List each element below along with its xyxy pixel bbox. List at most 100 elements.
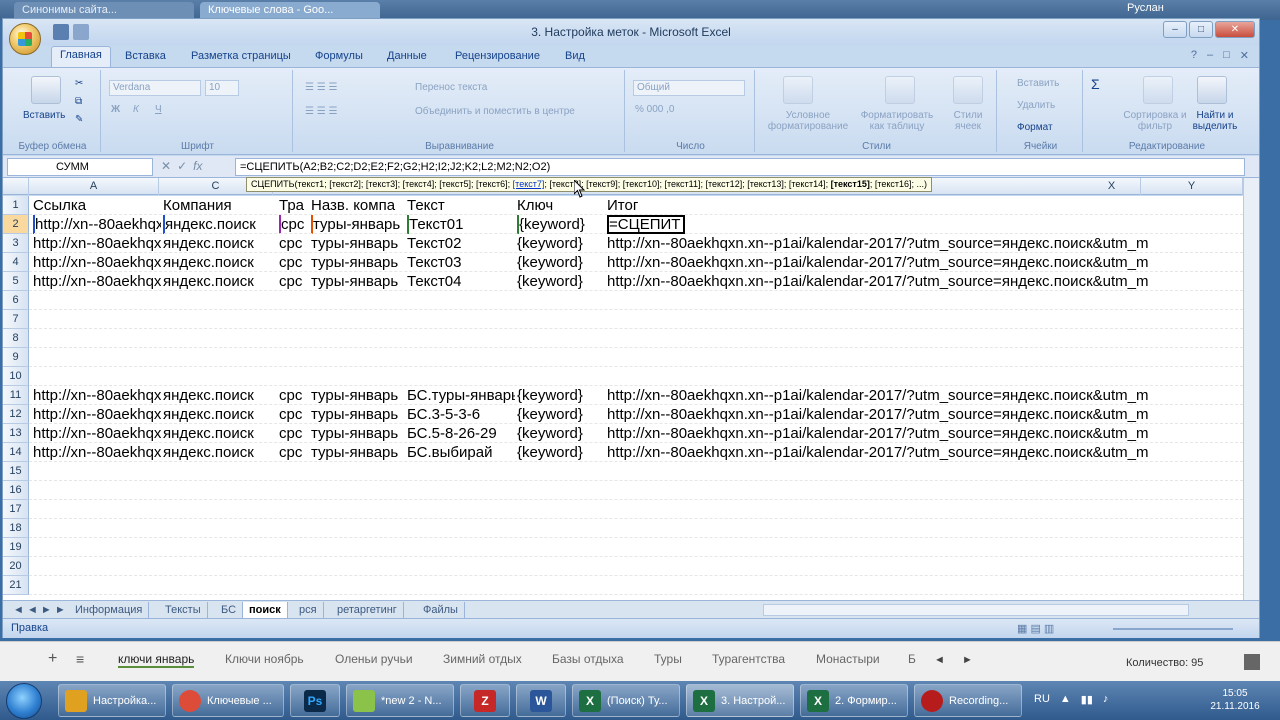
sheet-nav-icon[interactable]: ◄ ◄ ► ► bbox=[7, 602, 72, 618]
clock[interactable]: 15:05 21.11.2016 bbox=[1200, 687, 1270, 713]
cell-text[interactable]: БС.выбирай bbox=[407, 443, 515, 462]
cell-key[interactable]: {keyword} bbox=[517, 234, 605, 253]
conditional-format-button[interactable]: Условное форматирование bbox=[761, 110, 855, 132]
wrap-text-button[interactable]: Перенос текста bbox=[415, 82, 487, 93]
row-header[interactable]: 9 bbox=[3, 348, 29, 367]
help-icon[interactable]: ? bbox=[1191, 49, 1197, 62]
row-header[interactable]: 17 bbox=[3, 500, 29, 519]
row-header[interactable]: 13 bbox=[3, 424, 29, 443]
cell-campaign[interactable]: туры-январь bbox=[311, 215, 405, 234]
sort-filter-button[interactable]: Сортировка и фильтр bbox=[1115, 110, 1195, 132]
outer-tab-active[interactable]: ключи январь bbox=[118, 652, 195, 668]
cell-text[interactable]: БС.туры-январь bbox=[407, 386, 515, 405]
outer-tab[interactable]: Базы отдыха bbox=[552, 652, 624, 666]
cell-campaign[interactable]: туры-январь bbox=[311, 253, 405, 272]
cell-traffic[interactable]: срс bbox=[279, 443, 309, 462]
font-name-select[interactable]: Verdana bbox=[109, 80, 201, 96]
cell-link[interactable]: http://xn--80aekhqxn.xn--p1ai/kalendar-2… bbox=[33, 253, 161, 272]
sheet-tab[interactable]: БС bbox=[215, 602, 244, 618]
format-painter-icon[interactable]: ✎ bbox=[75, 114, 83, 125]
close-button[interactable]: ✕ bbox=[1215, 21, 1255, 38]
align-top-icon[interactable]: ☰ ☰ ☰ bbox=[305, 82, 337, 93]
insert-function-icon[interactable]: fx bbox=[193, 159, 202, 173]
cell-traffic[interactable]: срс bbox=[279, 405, 309, 424]
scroll-left-icon[interactable]: ◄ bbox=[934, 654, 945, 666]
restore-doc-icon[interactable]: □ bbox=[1223, 49, 1230, 62]
find-select-button[interactable]: Найти и выделить bbox=[1185, 110, 1245, 132]
cell-text[interactable]: БС.5-8-26-29 bbox=[407, 424, 515, 443]
tooltip-current-arg[interactable]: [текст7] bbox=[513, 179, 545, 189]
cell-text[interactable]: Текст04 bbox=[407, 272, 515, 291]
cell-company[interactable]: яндекс.поиск bbox=[163, 215, 277, 234]
cell-result[interactable]: http://xn--80aekhqxn.xn--p1ai/kalendar-2… bbox=[607, 424, 1241, 443]
cell-text[interactable]: Текст02 bbox=[407, 234, 515, 253]
menu-icon[interactable]: ≡ bbox=[76, 651, 84, 667]
taskbar-item-active[interactable]: X 3. Настрой... bbox=[686, 684, 794, 717]
cell-key[interactable]: {keyword} bbox=[517, 253, 605, 272]
cell-company[interactable]: яндекс.поиск bbox=[163, 443, 277, 462]
minimize-doc-icon[interactable]: – bbox=[1207, 49, 1213, 62]
cell-key[interactable]: {keyword} bbox=[517, 405, 605, 424]
cell-link[interactable]: http://xn--80aekhqxn.xn--p1ai/kalendar-2… bbox=[33, 234, 161, 253]
cell-company[interactable]: яндекс.поиск bbox=[163, 272, 277, 291]
cell-key[interactable]: {keyword} bbox=[517, 272, 605, 291]
zoom-slider[interactable] bbox=[1113, 628, 1233, 630]
vertical-scrollbar[interactable] bbox=[1243, 178, 1259, 600]
taskbar-item[interactable]: W bbox=[516, 684, 566, 717]
column-header[interactable]: A bbox=[29, 178, 159, 195]
cell-campaign[interactable]: туры-январь bbox=[311, 424, 405, 443]
row-header[interactable]: 14 bbox=[3, 443, 29, 462]
cell-company[interactable]: яндекс.поиск bbox=[163, 386, 277, 405]
formula-input[interactable]: =СЦЕПИТЬ(A2;B2;C2;D2;E2;F2;G2;H2;I2;J2;K… bbox=[235, 158, 1245, 176]
cell-key[interactable]: {keyword} bbox=[517, 386, 605, 405]
sort-filter-icon[interactable] bbox=[1143, 76, 1173, 104]
row-header[interactable]: 3 bbox=[3, 234, 29, 253]
find-select-icon[interactable] bbox=[1197, 76, 1227, 104]
row-header[interactable]: 4 bbox=[3, 253, 29, 272]
minimize-button[interactable]: – bbox=[1163, 21, 1187, 38]
format-cells-button[interactable]: Формат bbox=[1017, 122, 1053, 133]
cell-link[interactable]: http://xn--80aekhqxn.xn--p1ai/kalendar-2… bbox=[33, 424, 161, 443]
column-header[interactable]: Y bbox=[1141, 178, 1243, 195]
cell-key[interactable]: {keyword} bbox=[517, 424, 605, 443]
row-header[interactable]: 12 bbox=[3, 405, 29, 424]
cell-styles-icon[interactable] bbox=[953, 76, 983, 104]
view-buttons[interactable]: ▦ ▤ ▥ bbox=[1017, 622, 1054, 635]
italic-icon[interactable]: К bbox=[133, 104, 139, 115]
cancel-icon[interactable]: ✕ bbox=[161, 159, 171, 173]
row-header[interactable]: 18 bbox=[3, 519, 29, 538]
cell-company[interactable]: яндекс.поиск bbox=[163, 405, 277, 424]
row-header[interactable]: 15 bbox=[3, 462, 29, 481]
outer-tab[interactable]: Оленьи ручьи bbox=[335, 652, 413, 666]
cell-link[interactable]: http://xn--80aekhqxn.xn--p1ai/kalendar-2… bbox=[33, 386, 161, 405]
delete-cells-button[interactable]: Удалить bbox=[1017, 100, 1055, 111]
cell-company[interactable]: яндекс.поиск bbox=[163, 234, 277, 253]
number-format-select[interactable]: Общий bbox=[633, 80, 745, 96]
sheet-tab[interactable]: рся bbox=[293, 602, 324, 618]
row-header[interactable]: 20 bbox=[3, 557, 29, 576]
paste-icon[interactable] bbox=[31, 76, 61, 104]
row-header[interactable]: 7 bbox=[3, 310, 29, 329]
scroll-right-icon[interactable]: ► bbox=[962, 654, 973, 666]
cell-text[interactable]: Текст bbox=[407, 196, 515, 215]
tab-data[interactable]: Данные bbox=[379, 48, 435, 64]
cell-key[interactable]: {keyword} bbox=[517, 443, 605, 462]
horizontal-scrollbar[interactable] bbox=[763, 604, 1189, 616]
cell-key[interactable]: Ключ bbox=[517, 196, 605, 215]
cell-company[interactable]: Компания bbox=[163, 196, 277, 215]
taskbar-item[interactable]: X (Поиск) Ту... bbox=[572, 684, 680, 717]
cell-link[interactable]: http://xn--80aekhqxn.xn--p1ai/kalendar-2… bbox=[33, 443, 161, 462]
cell-styles-button[interactable]: Стили ячеек bbox=[943, 110, 993, 132]
insert-cells-button[interactable]: Вставить bbox=[1017, 78, 1059, 89]
volume-icon[interactable]: ♪ bbox=[1103, 693, 1109, 706]
taskbar-item[interactable]: Ps bbox=[290, 684, 340, 717]
copy-icon[interactable]: ⧉ bbox=[75, 96, 82, 107]
cell-result[interactable]: http://xn--80aekhqxn.xn--p1ai/kalendar-2… bbox=[607, 253, 1241, 272]
cell-result[interactable]: http://xn--80aekhqxn.xn--p1ai/kalendar-2… bbox=[607, 443, 1241, 462]
cell-result[interactable]: http://xn--80aekhqxn.xn--p1ai/kalendar-2… bbox=[607, 272, 1241, 291]
name-box[interactable]: СУММ bbox=[7, 158, 153, 176]
cut-icon[interactable]: ✂ bbox=[75, 78, 83, 89]
row-header[interactable]: 8 bbox=[3, 329, 29, 348]
tab-review[interactable]: Рецензирование bbox=[447, 48, 548, 64]
row-header[interactable]: 21 bbox=[3, 576, 29, 595]
